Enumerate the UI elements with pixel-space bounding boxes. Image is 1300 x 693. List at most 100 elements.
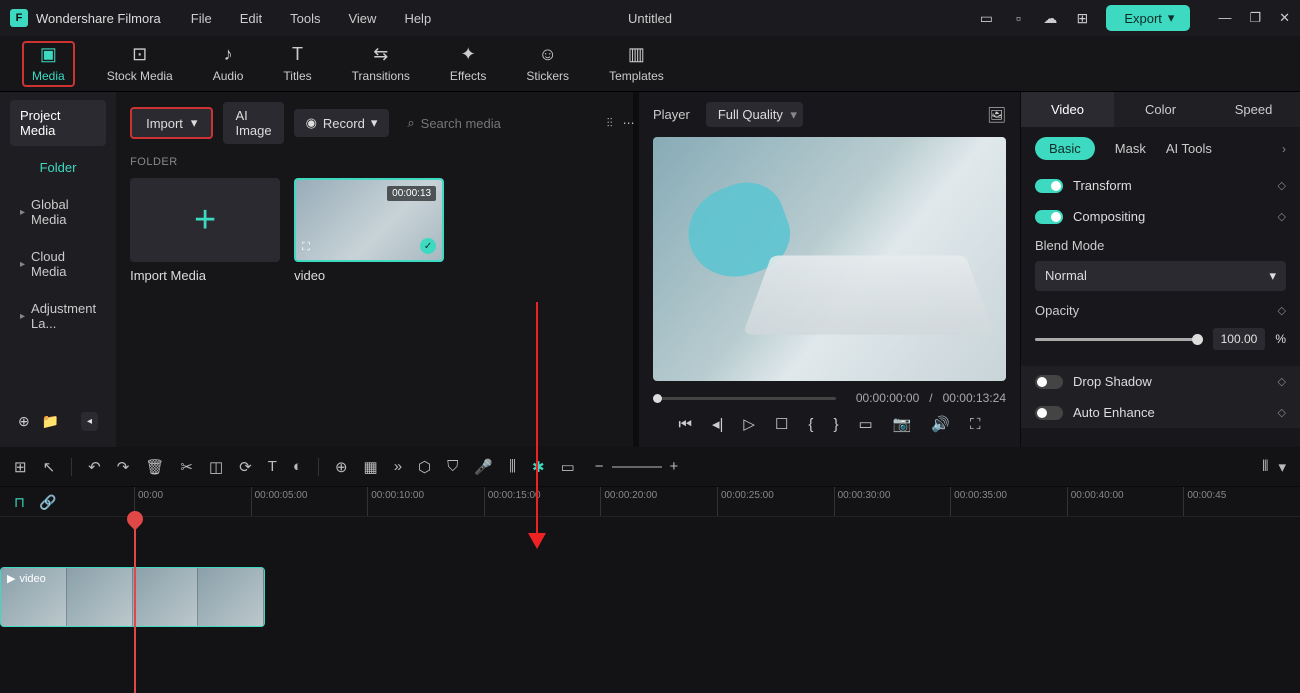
tab-stickers[interactable]: ☺Stickers	[526, 45, 569, 83]
sidebar-cloud-media[interactable]: ▸Cloud Media	[10, 241, 106, 287]
render-icon[interactable]: ⬡	[418, 458, 431, 476]
import-button[interactable]: Import▾	[130, 107, 213, 139]
subtab-ai-tools[interactable]: AI Tools	[1166, 141, 1212, 156]
close-icon[interactable]: ✕	[1279, 10, 1290, 26]
keyframe-icon[interactable]: ◇	[1278, 179, 1286, 192]
color-icon[interactable]: ◐	[293, 458, 302, 475]
record-button[interactable]: ◉Record▾	[294, 109, 390, 137]
maximize-icon[interactable]: ❐	[1249, 10, 1261, 26]
timeline-ruler[interactable]: ⊓ 🔗 00:00 00:00:05:00 00:00:10:00 00:00:…	[0, 487, 1300, 517]
preview-viewport[interactable]	[653, 137, 1006, 381]
keyframe-icon[interactable]: ◇	[1278, 375, 1286, 388]
ai-image-button[interactable]: AI Image	[223, 102, 283, 144]
auto-enhance-toggle[interactable]	[1035, 406, 1063, 420]
redo-icon[interactable]: ↷	[117, 458, 130, 476]
quality-dropdown[interactable]: Full Quality	[706, 102, 803, 127]
open-folder-icon[interactable]: 📁	[42, 413, 59, 430]
grid-icon[interactable]: ⊞	[14, 458, 27, 476]
tab-titles[interactable]: TTitles	[283, 45, 311, 83]
shield-icon[interactable]: ⛉	[447, 458, 458, 475]
compositing-toggle[interactable]	[1035, 210, 1063, 224]
crop-icon[interactable]: ◫	[209, 458, 223, 476]
minimize-icon[interactable]: —	[1218, 10, 1231, 26]
search-input[interactable]	[421, 116, 597, 131]
more-icon[interactable]: ⋯	[623, 116, 635, 130]
link-icon[interactable]: 🔗	[39, 494, 56, 511]
keyframe-icon[interactable]: ◇	[1278, 210, 1286, 223]
save-icon[interactable]: ▫	[1010, 10, 1026, 26]
volume-icon[interactable]: 🔊	[931, 415, 950, 433]
blend-mode-dropdown[interactable]: Normal▾	[1035, 261, 1286, 291]
subtab-basic[interactable]: Basic	[1035, 137, 1095, 160]
zoom-slider[interactable]	[612, 466, 662, 468]
slider-handle[interactable]	[1192, 334, 1203, 345]
menu-view[interactable]: View	[348, 11, 376, 26]
tab-speed-props[interactable]: Speed	[1207, 92, 1300, 127]
tab-stock-media[interactable]: ⊡Stock Media	[107, 45, 173, 83]
fullscreen-icon[interactable]: ⛶	[970, 416, 981, 433]
layout-icon[interactable]: ⫴	[1262, 458, 1268, 475]
sidebar-folder[interactable]: Folder	[10, 152, 106, 183]
new-folder-icon[interactable]: ⊕	[18, 413, 30, 430]
media-thumb-video[interactable]: 00:00:13 ⛶ ✓ video	[294, 178, 444, 283]
mixer-icon[interactable]: ⫼	[509, 458, 516, 475]
group-icon[interactable]: ⊕	[335, 458, 348, 476]
tab-video-props[interactable]: Video	[1021, 92, 1114, 127]
search-media[interactable]: ⌕	[407, 115, 596, 131]
cut-icon[interactable]: ✂	[180, 458, 193, 476]
snap-icon[interactable]: ▭	[561, 458, 575, 476]
stop-icon[interactable]: ☐	[775, 415, 788, 433]
timeline-clip[interactable]: ▶video	[0, 567, 265, 627]
menu-help[interactable]: Help	[404, 11, 431, 26]
video-thumbnail[interactable]: 00:00:13 ⛶ ✓	[294, 178, 444, 262]
export-button[interactable]: Export▾	[1106, 5, 1190, 31]
menu-edit[interactable]: Edit	[240, 11, 262, 26]
snapshot-icon[interactable]: 🖼	[987, 106, 1006, 124]
freeze-icon[interactable]: ▦	[364, 458, 378, 476]
seek-bar[interactable]	[653, 397, 836, 400]
expand-icon[interactable]: ⛶	[302, 241, 310, 254]
opacity-slider[interactable]	[1035, 338, 1203, 341]
tab-color-props[interactable]: Color	[1114, 92, 1207, 127]
add-media-icon[interactable]: +	[130, 178, 280, 262]
tab-transitions[interactable]: ⇆Transitions	[352, 45, 410, 83]
magnet-icon[interactable]: ⊓	[14, 494, 25, 511]
apps-icon[interactable]: ⊞	[1074, 10, 1090, 26]
step-back-icon[interactable]: ◂|	[712, 415, 723, 433]
tab-templates[interactable]: ▥Templates	[609, 45, 664, 83]
text-icon[interactable]: T	[268, 458, 277, 475]
delete-icon[interactable]: 🗑	[145, 458, 164, 476]
keyframe-icon[interactable]: ◇	[1278, 406, 1286, 419]
mic-icon[interactable]: 🎤	[474, 458, 493, 476]
import-media-tile[interactable]: + Import Media	[130, 178, 280, 283]
play-icon[interactable]: ▷	[743, 415, 755, 433]
speed-icon[interactable]: ⟳	[239, 458, 252, 476]
transform-toggle[interactable]	[1035, 179, 1063, 193]
sidebar-adjustment-layer[interactable]: ▸Adjustment La...	[10, 293, 106, 339]
device-icon[interactable]: ▭	[978, 10, 994, 26]
menu-tools[interactable]: Tools	[290, 11, 320, 26]
drop-shadow-toggle[interactable]	[1035, 375, 1063, 389]
camera-icon[interactable]: 📷	[893, 415, 912, 433]
zoom-out-icon[interactable]: −	[595, 458, 604, 475]
menu-file[interactable]: File	[191, 11, 212, 26]
seek-handle[interactable]	[653, 394, 662, 403]
keyframe-icon[interactable]: ◇	[1278, 304, 1286, 317]
opacity-value[interactable]: 100.00	[1213, 328, 1266, 350]
undo-icon[interactable]: ↶	[88, 458, 101, 476]
mark-in-icon[interactable]: {	[808, 416, 813, 433]
prev-frame-icon[interactable]: ⏮	[678, 416, 692, 433]
cloud-icon[interactable]: ☁	[1042, 10, 1058, 26]
mark-out-icon[interactable]: }	[833, 416, 838, 433]
sidebar-project-media[interactable]: Project Media	[10, 100, 106, 146]
chevron-down-icon[interactable]: ▾	[1278, 458, 1286, 476]
pointer-icon[interactable]: ↖	[43, 458, 56, 476]
timeline-tracks[interactable]: ▶2 📁 🔊 👁 ▶video	[0, 517, 1300, 693]
filter-icon[interactable]: ⫶⫶	[607, 116, 613, 131]
tab-media[interactable]: ▣Media	[22, 41, 75, 87]
chevron-right-icon[interactable]: ›	[1282, 142, 1286, 156]
playhead[interactable]	[134, 517, 136, 693]
sidebar-global-media[interactable]: ▸Global Media	[10, 189, 106, 235]
tab-effects[interactable]: ✦Effects	[450, 45, 486, 83]
subtab-mask[interactable]: Mask	[1115, 141, 1146, 156]
